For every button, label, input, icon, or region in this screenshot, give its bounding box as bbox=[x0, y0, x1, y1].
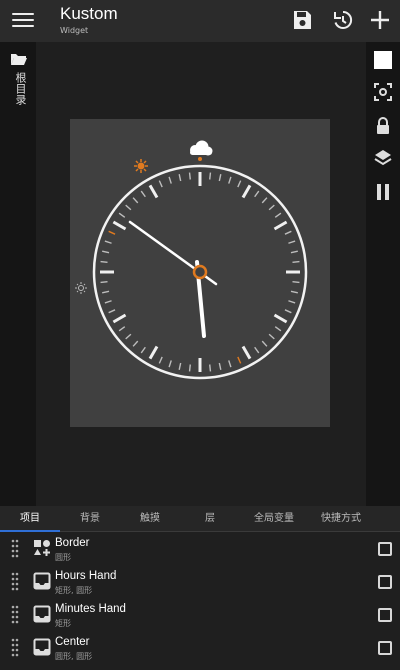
minute-tick bbox=[108, 230, 116, 235]
minute-tick bbox=[125, 204, 132, 211]
hour-tick bbox=[273, 313, 288, 324]
hour-tick bbox=[241, 184, 252, 199]
layers-icon[interactable] bbox=[373, 148, 393, 168]
sun-icon bbox=[134, 159, 148, 173]
minute-tick bbox=[209, 172, 212, 180]
minute-tick bbox=[132, 340, 139, 347]
minute-tick bbox=[261, 197, 268, 204]
minute-tick bbox=[168, 360, 172, 368]
tab-globals[interactable]: 全局变量 bbox=[240, 506, 308, 532]
minute-tick bbox=[284, 230, 292, 235]
white-square-icon[interactable] bbox=[373, 50, 393, 70]
minute-tick bbox=[237, 356, 242, 364]
item-subtitle: 矩形, 圆形 bbox=[55, 586, 93, 595]
minute-tick bbox=[140, 190, 146, 198]
sun-outline-icon bbox=[75, 282, 87, 294]
hour-tick bbox=[112, 313, 127, 324]
item-title: Minutes Hand bbox=[55, 603, 126, 615]
minute-tick bbox=[288, 300, 296, 304]
tab-layer[interactable]: 层 bbox=[180, 506, 240, 532]
list-item-hours-hand[interactable]: Hours Hand 矩形, 圆形 bbox=[0, 565, 400, 598]
minute-tick bbox=[290, 250, 298, 254]
tab-shortcuts[interactable]: 快捷方式 bbox=[308, 506, 374, 532]
item-title: Border bbox=[55, 537, 90, 549]
minute-tick bbox=[290, 290, 298, 294]
item-subtitle: 矩形 bbox=[55, 619, 71, 628]
item-title: Center bbox=[55, 636, 90, 648]
item-title: Hours Hand bbox=[55, 570, 117, 582]
minute-tick bbox=[104, 240, 112, 244]
minute-tick bbox=[274, 326, 282, 332]
pause-icon[interactable] bbox=[373, 182, 393, 202]
drag-handle-icon[interactable] bbox=[11, 637, 19, 657]
minute-tick bbox=[218, 362, 222, 370]
minute-tick bbox=[102, 250, 110, 254]
right-toolbar bbox=[366, 42, 400, 506]
minute-tick bbox=[188, 364, 191, 372]
inbox-icon bbox=[33, 605, 51, 623]
shapes-icon bbox=[34, 540, 50, 556]
focus-icon[interactable] bbox=[373, 82, 393, 102]
minute-tick bbox=[188, 172, 191, 180]
tab-background[interactable]: 背景 bbox=[60, 506, 120, 532]
minute-tick bbox=[261, 340, 268, 347]
hour-tick bbox=[148, 184, 159, 199]
minute-tick bbox=[274, 212, 282, 218]
hour-tick bbox=[148, 345, 159, 360]
hour-tick bbox=[273, 220, 288, 231]
minute-tick bbox=[178, 174, 182, 182]
clock-preview bbox=[75, 140, 308, 380]
minute-tick bbox=[209, 364, 212, 372]
drag-handle-icon[interactable] bbox=[11, 604, 19, 624]
drag-handle-icon[interactable] bbox=[11, 571, 19, 591]
minute-tick bbox=[288, 240, 296, 244]
cloud-icon bbox=[190, 140, 213, 161]
minute-tick bbox=[118, 212, 126, 218]
minute-tick bbox=[292, 281, 300, 284]
minute-tick bbox=[158, 180, 163, 188]
minute-tick bbox=[132, 197, 139, 204]
minute-tick bbox=[102, 290, 110, 294]
item-checkbox[interactable] bbox=[378, 575, 392, 589]
minute-tick bbox=[228, 360, 232, 368]
minute-tick bbox=[268, 333, 275, 340]
item-checkbox[interactable] bbox=[378, 542, 392, 556]
minute-tick bbox=[168, 176, 172, 184]
item-checkbox[interactable] bbox=[378, 641, 392, 655]
minute-tick bbox=[268, 204, 275, 211]
item-subtitle: 圆形, 圆形 bbox=[55, 652, 93, 661]
minute-tick bbox=[284, 309, 292, 314]
editor-tabs: 项目 背景 触摸 层 全局变量 快捷方式 bbox=[0, 506, 400, 532]
item-checkbox[interactable] bbox=[378, 608, 392, 622]
item-list: Border 圆形 Hours Hand 矩形, 圆形 Minutes Hand… bbox=[0, 532, 400, 670]
minute-tick bbox=[254, 346, 260, 354]
minute-tick bbox=[218, 174, 222, 182]
item-subtitle: 圆形 bbox=[55, 553, 71, 562]
minute-tick bbox=[118, 326, 126, 332]
minute-tick bbox=[254, 190, 260, 198]
minute-tick bbox=[108, 309, 116, 314]
minute-tick bbox=[237, 180, 242, 188]
minute-tick bbox=[125, 333, 132, 340]
minute-tick bbox=[140, 346, 146, 354]
minute-tick bbox=[228, 176, 232, 184]
list-item-minutes-hand[interactable]: Minutes Hand 矩形 bbox=[0, 598, 400, 631]
tab-touch[interactable]: 触摸 bbox=[120, 506, 180, 532]
inbox-icon bbox=[33, 638, 51, 656]
drag-handle-icon[interactable] bbox=[11, 538, 19, 558]
minute-tick bbox=[100, 281, 108, 284]
list-item-center[interactable]: Center 圆形, 圆形 bbox=[0, 631, 400, 664]
minute-tick bbox=[104, 300, 112, 304]
hour-tick bbox=[112, 220, 127, 231]
minute-tick bbox=[178, 362, 182, 370]
hour-tick bbox=[241, 345, 252, 360]
minute-tick bbox=[292, 260, 300, 263]
lock-icon[interactable] bbox=[373, 116, 393, 136]
inbox-icon bbox=[33, 572, 51, 590]
tab-items[interactable]: 项目 bbox=[0, 506, 60, 532]
minute-tick bbox=[100, 260, 108, 263]
center-dot bbox=[192, 264, 208, 280]
list-item-border[interactable]: Border 圆形 bbox=[0, 532, 400, 565]
minute-tick bbox=[158, 356, 163, 364]
